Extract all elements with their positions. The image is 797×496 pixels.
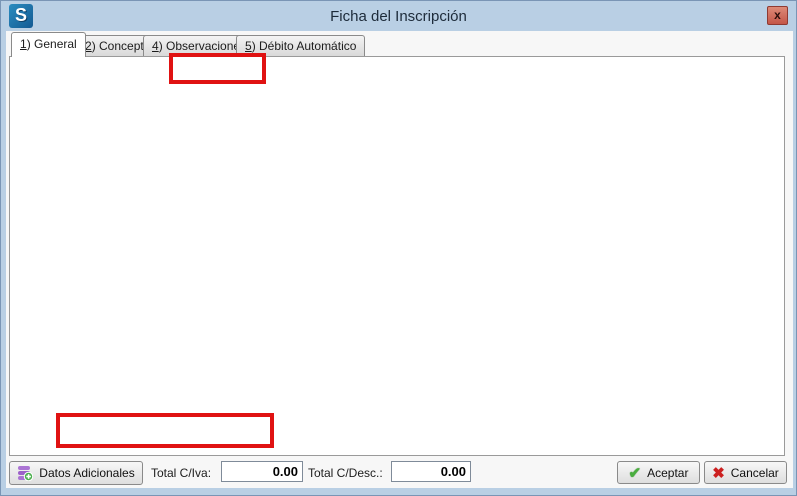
datos-adicionales-button[interactable]: Datos Adicionales bbox=[9, 461, 143, 485]
datos-adicionales-label: Datos Adicionales bbox=[39, 466, 134, 480]
dialog-content: 1) General 2) Conceptos 4) Observaciones… bbox=[6, 31, 793, 488]
check-icon: ✔ bbox=[629, 464, 642, 482]
ficha-inscripcion-dialog: S Ficha del Inscripción x 1) General 2) … bbox=[0, 0, 797, 496]
cancelar-label: Cancelar bbox=[731, 466, 779, 480]
total-iva-label: Total C/Iva: bbox=[151, 466, 221, 480]
tab-panel-general bbox=[9, 56, 785, 456]
title-bar: S Ficha del Inscripción x bbox=[1, 1, 796, 31]
total-desc-input[interactable] bbox=[391, 461, 471, 482]
datos-adicionales-icon bbox=[17, 465, 33, 481]
aceptar-button[interactable]: ✔ Aceptar bbox=[617, 461, 700, 484]
window-title: Ficha del Inscripción bbox=[1, 8, 796, 25]
aceptar-label: Aceptar bbox=[647, 466, 688, 480]
close-icon[interactable]: x bbox=[767, 6, 788, 25]
total-desc-label: Total C/Desc.: bbox=[308, 466, 392, 480]
cross-icon: ✖ bbox=[712, 464, 725, 482]
cancelar-button[interactable]: ✖ Cancelar bbox=[704, 461, 787, 484]
tab-general[interactable]: 1) General bbox=[11, 32, 86, 57]
total-iva-input[interactable] bbox=[221, 461, 303, 482]
tab-debito-automatico[interactable]: 5) Débito Automático bbox=[236, 35, 365, 56]
